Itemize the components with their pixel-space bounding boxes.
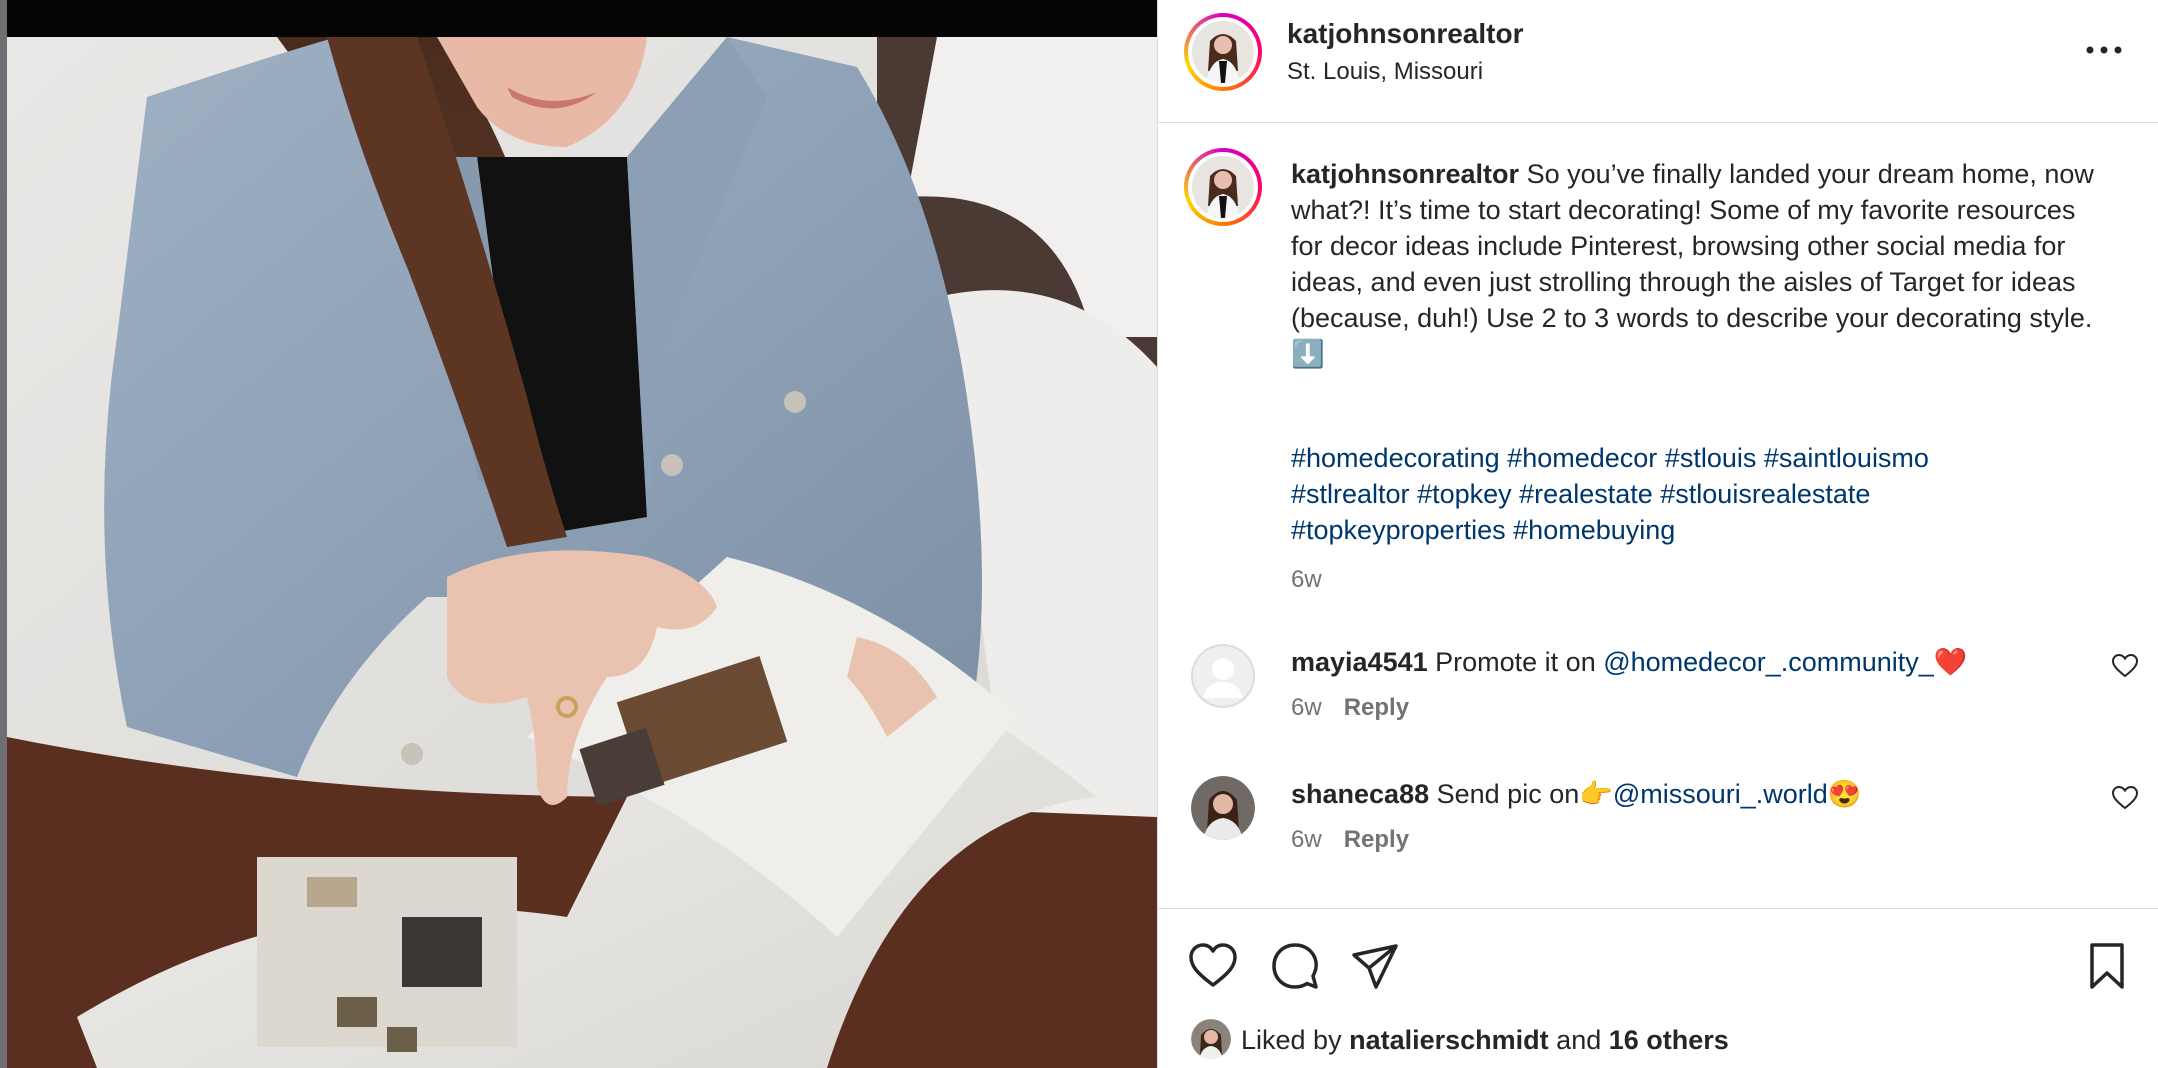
comment-text: mayia4541 Promote it on @homedecor_.comm… [1291,644,1967,680]
comment-meta: 6w Reply [1291,694,1409,722]
comment-text: shaneca88 Send pic on👉@missouri_.world😍 [1291,776,1861,812]
hashtag[interactable]: #realestate [1519,479,1653,509]
post-header: katjohnsonrealtor St. Louis, Missouri [1158,0,2158,123]
hashtag[interactable]: #homebuying [1513,515,1675,545]
caption-author-avatar[interactable] [1184,148,1262,226]
comment-heart-icon[interactable] [2112,786,2138,810]
author-avatar[interactable] [1184,13,1262,91]
hashtag[interactable]: #saintlouismo [1764,443,1929,473]
comment-heart-icon[interactable] [2112,654,2138,678]
hashtag-list: #homedecorating #homedecor #stlouis #sai… [1291,440,2111,548]
default-avatar-icon[interactable] [1191,644,1255,708]
liker-avatar[interactable] [1191,1019,1231,1059]
comment-emoji: 😍 [1827,779,1862,809]
bookmark-icon[interactable] [2082,941,2132,991]
caption-username[interactable]: katjohnsonrealtor [1291,159,1519,189]
comment-timestamp[interactable]: 6w [1291,694,1322,721]
reply-button[interactable]: Reply [1344,826,1409,853]
hashtag[interactable]: #topkey [1417,479,1512,509]
liked-by-and: and [1556,1025,1602,1055]
photo-illustration [7,37,1157,1068]
liked-by-prefix: Liked by [1241,1025,1342,1055]
post-photo[interactable] [0,0,1157,1068]
comment-username[interactable]: shaneca88 [1291,779,1429,809]
comment-mention[interactable]: @missouri_.world [1613,779,1828,809]
hashtag[interactable]: #topkeyproperties [1291,515,1506,545]
comment-mention[interactable]: @homedecor_.community_ [1603,647,1934,677]
reply-button[interactable]: Reply [1344,694,1409,721]
comment-body: Promote it on [1435,647,1596,677]
hashtag[interactable]: #homedecorating [1291,443,1500,473]
hashtag[interactable]: #stlouisrealestate [1660,479,1870,509]
comment-item: shaneca88 Send pic on👉@missouri_.world😍 … [1158,776,2158,866]
comment-body: Send pic on👉 [1436,779,1613,809]
likes-others-count[interactable]: 16 others [1609,1025,1729,1055]
comment-item: mayia4541 Promote it on @homedecor_.comm… [1158,644,2158,734]
comment-bubble-icon[interactable] [1270,941,1320,991]
author-username[interactable]: katjohnsonrealtor [1287,18,1523,50]
hashtag[interactable]: #stlouis [1665,443,1757,473]
heart-icon[interactable] [1188,941,1238,991]
post-location[interactable]: St. Louis, Missouri [1287,58,1483,86]
liked-by-text: Liked by natalierschmidt and 16 others [1241,1023,1729,1057]
commenter-avatar[interactable] [1191,776,1255,840]
comment-timestamp[interactable]: 6w [1291,826,1322,853]
caption-body: So you’ve finally landed your dream home… [1291,159,2094,369]
paper-plane-icon[interactable] [1350,941,1400,991]
caption-text: katjohnsonrealtor So you’ve finally land… [1291,156,2111,372]
comment-meta: 6w Reply [1291,826,1409,854]
more-options-icon[interactable] [2084,44,2124,56]
liker-username[interactable]: natalierschmidt [1349,1025,1549,1055]
photo-left-edge [0,0,7,1068]
comment-username[interactable]: mayia4541 [1291,647,1428,677]
post-actions-bar: Liked by natalierschmidt and 16 others [1158,908,2158,1068]
post-details-panel: katjohnsonrealtor St. Louis, Missouri ka… [1157,0,2158,1068]
hashtag[interactable]: #stlrealtor [1291,479,1410,509]
comment-emoji: ❤️ [1933,647,1968,677]
photo-top-bar [0,0,1157,37]
caption-timestamp[interactable]: 6w [1291,566,1322,594]
hashtag[interactable]: #homedecor [1507,443,1657,473]
